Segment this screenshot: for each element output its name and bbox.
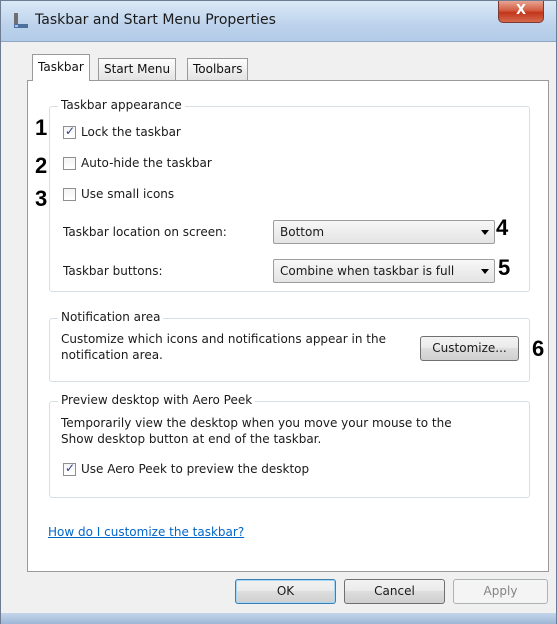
taskbar-properties-icon [14, 13, 28, 28]
taskbar-buttons-value: Combine when taskbar is full [280, 264, 455, 278]
aero-peek-description-line1: Temporarily view the desktop when you mo… [61, 416, 452, 430]
customize-button[interactable]: Customize... [420, 336, 519, 361]
close-button[interactable]: X [498, 1, 544, 23]
auto-hide-label[interactable]: Auto-hide the taskbar [81, 156, 212, 170]
title-bar[interactable]: Taskbar and Start Menu Properties X [1, 1, 556, 42]
taskbar-location-value: Bottom [280, 225, 325, 239]
window-title: Taskbar and Start Menu Properties [35, 12, 276, 28]
aero-peek-description-line2: Show desktop button at end of the taskba… [61, 432, 322, 446]
small-icons-checkbox[interactable] [63, 188, 76, 201]
taskbar-location-dropdown[interactable]: Bottom [273, 220, 495, 244]
properties-window: Taskbar and Start Menu Properties X Task… [0, 0, 557, 624]
auto-hide-checkbox[interactable] [63, 157, 76, 170]
notification-description-line1: Customize which icons and notifications … [61, 332, 386, 346]
cancel-button[interactable]: Cancel [344, 579, 445, 604]
taskbar-buttons-dropdown[interactable]: Combine when taskbar is full [273, 259, 495, 283]
tab-start-menu[interactable]: Start Menu [98, 58, 177, 80]
aero-peek-checkbox[interactable]: ✓ [63, 461, 76, 476]
aero-peek-label[interactable]: Use Aero Peek to preview the desktop [81, 462, 309, 476]
aero-peek-group: Preview desktop with Aero Peek Temporari… [49, 393, 530, 498]
checkmark-icon: ✓ [65, 124, 76, 138]
tab-taskbar[interactable]: Taskbar [32, 54, 90, 81]
help-link[interactable]: How do I customize the taskbar? [48, 525, 244, 539]
small-icons-label[interactable]: Use small icons [81, 187, 174, 201]
apply-button[interactable]: Apply [453, 579, 548, 604]
ok-button[interactable]: OK [235, 579, 336, 604]
callout-3: 3 [35, 186, 48, 211]
checkmark-icon: ✓ [65, 461, 76, 475]
taskbar-tab-panel: Taskbar appearance ✓ Lock the taskbar Au… [27, 80, 549, 572]
callout-1: 1 [35, 115, 48, 140]
callout-2: 2 [35, 153, 48, 178]
taskbar-appearance-group: Taskbar appearance ✓ Lock the taskbar Au… [49, 98, 530, 292]
lock-taskbar-checkbox[interactable]: ✓ [63, 124, 76, 139]
notification-area-title: Notification area [58, 310, 164, 324]
tab-toolbars[interactable]: Toolbars [187, 58, 249, 80]
window-bottom-border [1, 613, 556, 624]
taskbar-buttons-label: Taskbar buttons: [63, 264, 163, 278]
dropdown-arrow-icon [481, 230, 489, 235]
taskbar-appearance-title: Taskbar appearance [58, 98, 185, 112]
callout-5: 5 [498, 255, 511, 280]
callout-6: 6 [532, 336, 545, 361]
lock-taskbar-label[interactable]: Lock the taskbar [81, 125, 181, 139]
dropdown-arrow-icon [481, 269, 489, 274]
taskbar-location-label: Taskbar location on screen: [63, 225, 227, 239]
notification-description-line2: notification area. [61, 348, 163, 362]
aero-peek-title: Preview desktop with Aero Peek [58, 393, 256, 407]
callout-4: 4 [496, 215, 509, 240]
notification-area-group: Notification area Customize which icons … [49, 310, 530, 382]
